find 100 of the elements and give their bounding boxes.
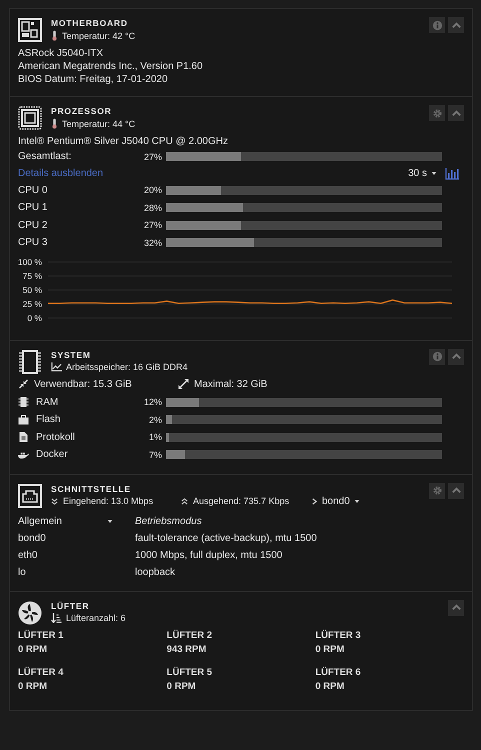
info-button[interactable] xyxy=(429,348,445,364)
double-chevron-down-icon xyxy=(51,498,58,504)
cpu-label: CPU 3 xyxy=(18,237,48,248)
fan-speed: 0 RPM xyxy=(166,680,197,692)
info-icon xyxy=(432,20,442,30)
section-title: SCHNITTSTELLE xyxy=(51,484,132,494)
usage-label: Protokoll xyxy=(36,432,75,443)
fan-name: LÜFTER 3 xyxy=(315,630,362,640)
usage-reading: 1% xyxy=(148,432,162,442)
settings-button[interactable] xyxy=(429,105,445,121)
section-title: MOTHERBOARD xyxy=(51,18,129,28)
line-chart-icon xyxy=(51,362,62,372)
fan-name: LÜFTER 6 xyxy=(315,666,362,678)
cpu-label: CPU 2 xyxy=(18,220,48,231)
briefcase-icon xyxy=(18,414,29,425)
axis-label: 50 % xyxy=(22,284,42,294)
chevron-right-icon xyxy=(311,498,318,504)
table-cell: fault-tolerance (active-backup), mtu 1500 xyxy=(135,532,317,544)
column-header: Betriebsmodus xyxy=(135,516,202,526)
axis-label: 0 % xyxy=(27,312,42,322)
load-reading: 27% xyxy=(142,152,162,162)
temperature-label: Temperatur: 42 °C xyxy=(62,30,136,40)
usage-label: RAM xyxy=(36,396,58,408)
maximum-label: Maximal: 32 GiB xyxy=(194,378,268,390)
settings-button[interactable] xyxy=(429,482,445,498)
section-title: SYSTEM xyxy=(51,350,92,360)
fan-name: LÜFTER 4 xyxy=(18,666,64,678)
info-text: ASRock J5040-ITX xyxy=(18,47,104,60)
table-cell-text: eth0 xyxy=(18,550,38,560)
cpu-reading: 20% xyxy=(142,185,162,196)
caret-icon xyxy=(107,518,113,524)
cpu-label: CPU 1 xyxy=(18,202,48,214)
caret-icon xyxy=(354,498,360,504)
axis-label: 75 % xyxy=(22,270,42,280)
compress-icon xyxy=(18,379,29,389)
collapse-button[interactable] xyxy=(448,482,464,498)
fan-speed: 0 RPM xyxy=(315,644,346,654)
table-cell: 1000 Mbps, full duplex, mtu 1500 xyxy=(135,550,282,560)
collapse-button[interactable] xyxy=(448,105,464,121)
section-title: LÜFTER xyxy=(51,600,90,610)
gear-icon xyxy=(432,485,442,496)
interval-dropdown[interactable]: 30 s xyxy=(408,168,437,179)
usage-reading: 12% xyxy=(142,397,162,408)
whale-icon xyxy=(18,450,29,460)
fan-count-label: Lüfteranzahl: 6 xyxy=(66,612,126,622)
load-label: Gesamtlast: xyxy=(18,151,72,162)
caret-icon xyxy=(431,171,437,176)
details-link[interactable]: Details ausblenden xyxy=(18,168,408,179)
axis-label: 25 % xyxy=(22,298,42,308)
section-title: PROZESSOR xyxy=(51,106,113,116)
collapse-button[interactable] xyxy=(448,17,464,33)
network-port-icon xyxy=(18,484,42,508)
cpu-label: CPU 0 xyxy=(18,184,48,196)
cpu-reading: 32% xyxy=(142,238,162,248)
collapse-button[interactable] xyxy=(448,600,464,616)
info-text: American Megatrends Inc., Version P1.60 xyxy=(18,60,204,73)
processor-icon xyxy=(18,106,42,130)
table-cell-text: bond0 xyxy=(18,532,47,544)
column-dropdown[interactable]: Allgemein xyxy=(18,516,135,526)
interface-dropdown[interactable]: bond0 xyxy=(311,496,360,506)
usage-reading: 2% xyxy=(148,414,162,425)
double-chevron-up-icon xyxy=(181,498,188,504)
memory-chip-icon xyxy=(18,397,29,408)
cpu-reading: 27% xyxy=(142,220,162,230)
info-text: BIOS Datum: Freitag, 17-01-2020 xyxy=(18,73,169,86)
outbound-label: Ausgehend: 735.7 Kbps xyxy=(193,496,290,506)
collapse-button[interactable] xyxy=(448,348,464,364)
fan-speed: 0 RPM xyxy=(315,680,346,692)
expand-icon xyxy=(178,379,189,389)
memory-icon xyxy=(18,350,42,374)
chevron-up-icon xyxy=(450,108,462,118)
fan-speed: 0 RPM xyxy=(18,644,48,654)
chevron-up-icon xyxy=(450,20,462,30)
usage-label: Flash xyxy=(36,414,60,426)
usable-label: Verwendbar: 15.3 GiB xyxy=(34,378,132,390)
fan-speed: 0 RPM xyxy=(18,680,48,692)
thermometer-icon xyxy=(51,30,58,41)
gear-icon xyxy=(432,108,442,118)
fan-name: LÜFTER 1 xyxy=(18,630,64,640)
sort-icon xyxy=(51,612,62,622)
info-button[interactable] xyxy=(429,17,445,33)
bar-chart-icon[interactable] xyxy=(445,168,459,180)
usage-reading: 7% xyxy=(148,450,162,460)
table-cell-text: lo xyxy=(18,566,27,578)
fan-name: LÜFTER 2 xyxy=(166,630,214,640)
usage-label: Docker xyxy=(36,449,68,460)
document-icon xyxy=(18,432,29,442)
fan-speed: 943 RPM xyxy=(166,644,208,654)
info-icon xyxy=(432,351,442,362)
cpu-model: Intel® Pentium® Silver J5040 CPU @ 2.00GHz xyxy=(18,135,229,148)
fan-name: LÜFTER 5 xyxy=(166,666,214,678)
table-cell: loopback xyxy=(135,566,176,578)
inbound-label: Eingehend: 13.0 Mbps xyxy=(63,496,154,506)
cpu-reading: 28% xyxy=(142,202,162,213)
temperature-label: Temperatur: 44 °C xyxy=(62,118,136,128)
axis-label: 100 % xyxy=(18,256,42,266)
memory-label: Arbeitsspeicher: 16 GiB DDR4 xyxy=(66,362,188,372)
thermometer-icon xyxy=(51,118,58,129)
fan-icon xyxy=(18,600,42,624)
motherboard-icon xyxy=(18,18,42,42)
